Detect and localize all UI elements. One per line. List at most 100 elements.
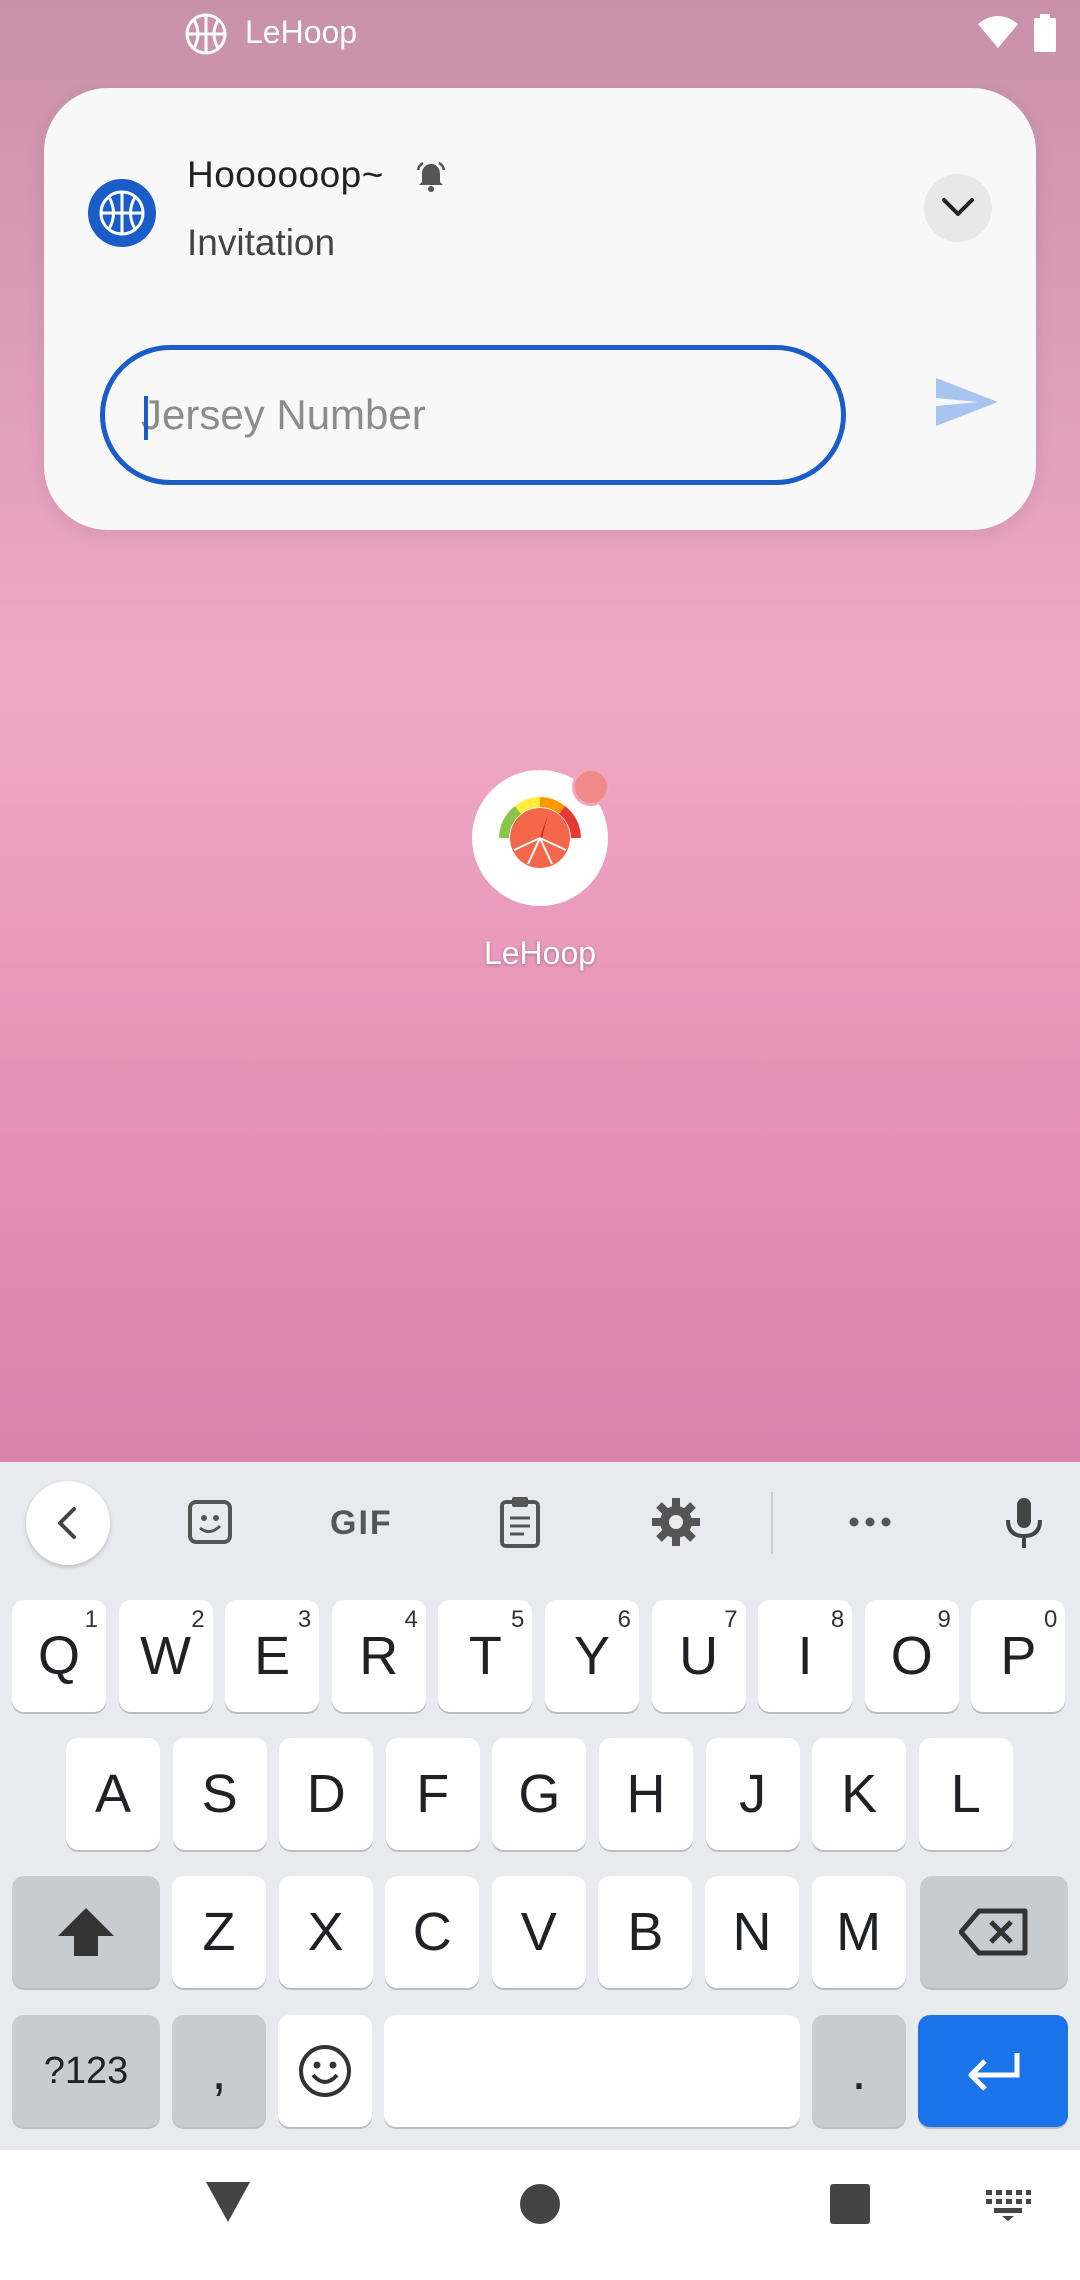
key-s[interactable]: S [172, 1738, 267, 1850]
clipboard-icon[interactable] [490, 1492, 550, 1552]
status-bar: LeHoop [0, 0, 1080, 66]
key-d[interactable]: D [279, 1738, 374, 1850]
gear-icon[interactable] [646, 1492, 706, 1552]
key-label: M [836, 1902, 882, 1962]
status-app-name: LeHoop [245, 14, 358, 50]
key-label: R [359, 1626, 399, 1686]
key-p[interactable]: P0 [971, 1600, 1066, 1712]
backspace-icon [959, 1908, 1028, 1956]
expand-button[interactable] [924, 174, 992, 242]
key-label: F [416, 1764, 450, 1824]
notification-text: Invitation [187, 222, 336, 263]
home-circle-icon[interactable] [518, 2182, 562, 2226]
key-hint: 1 [84, 1606, 98, 1633]
key-x[interactable]: X [278, 1876, 373, 1988]
bell-icon [416, 161, 446, 192]
battery-icon [1034, 14, 1056, 52]
key-label: A [94, 1764, 132, 1824]
key-o[interactable]: O9 [864, 1600, 959, 1712]
key-label: D [306, 1764, 346, 1824]
key-hint: 8 [830, 1606, 845, 1633]
key-u[interactable]: U7 [651, 1600, 746, 1712]
notification-title: Hoooooop~ [187, 154, 384, 195]
key-label: L [950, 1764, 981, 1824]
lehoop-app-icon[interactable] [472, 768, 610, 906]
shift-key[interactable] [12, 1876, 160, 1988]
key-k[interactable]: K [812, 1738, 907, 1850]
key-hint: 7 [724, 1606, 738, 1633]
key-h[interactable]: H [599, 1738, 693, 1850]
key-c[interactable]: C [385, 1876, 480, 1988]
enter-key[interactable] [918, 2015, 1068, 2127]
key-g[interactable]: G [492, 1738, 587, 1850]
key-label: E [254, 1626, 291, 1686]
key-label: Q [37, 1626, 80, 1686]
key-a[interactable]: A [66, 1738, 160, 1850]
emoji-key[interactable] [278, 2015, 372, 2127]
key-q[interactable]: Q1 [12, 1600, 106, 1712]
reply-field[interactable] [100, 345, 846, 485]
notification-card[interactable]: Hoooooop~ Invitation [44, 88, 1036, 530]
key-label: I [797, 1626, 813, 1686]
key-label: Z [202, 1902, 236, 1962]
key-y[interactable]: Y6 [545, 1600, 639, 1712]
key-f[interactable]: F [385, 1738, 480, 1850]
space-key[interactable] [384, 2015, 800, 2127]
key-b[interactable]: B [598, 1876, 693, 1988]
key-hint: 4 [404, 1606, 418, 1633]
key-z[interactable]: Z [172, 1876, 266, 1988]
wifi-icon [978, 16, 1018, 48]
send-icon[interactable] [934, 374, 1000, 430]
key-n[interactable]: N [705, 1876, 799, 1988]
key-label: H [626, 1764, 666, 1824]
comma-key[interactable]: , [172, 2015, 266, 2127]
chevron-left-icon [58, 1507, 76, 1539]
key-label: ?123 [43, 2049, 129, 2092]
period-key[interactable]: . [812, 2015, 906, 2127]
key-label: U [679, 1626, 719, 1686]
app-label: LeHoop [483, 935, 597, 971]
backspace-key[interactable] [920, 1876, 1068, 1988]
recents-square-icon[interactable] [828, 2182, 872, 2226]
microphone-icon[interactable] [994, 1492, 1054, 1552]
more-icon[interactable] [840, 1492, 900, 1552]
key-l[interactable]: L [918, 1738, 1013, 1850]
key-hint: 9 [937, 1606, 951, 1633]
key-label: C [412, 1902, 452, 1962]
key-w[interactable]: W2 [118, 1600, 213, 1712]
gif-button[interactable]: GIF [330, 1504, 393, 1543]
key-v[interactable]: V [491, 1876, 586, 1988]
keyboard-toolbar: GIF [0, 1462, 1080, 1582]
back-triangle-icon[interactable] [204, 2180, 252, 2224]
basketball-icon [99, 190, 145, 236]
key-e[interactable]: E3 [225, 1600, 320, 1712]
key-label: X [307, 1902, 344, 1962]
key-label: K [841, 1764, 878, 1824]
key-label: N [732, 1902, 772, 1962]
key-t[interactable]: T5 [438, 1600, 533, 1712]
key-j[interactable]: J [705, 1738, 800, 1850]
keyboard: GIF Q1W2E3R4T5Y6U7I8O9P0ASDFGHJKLZXCVBNM… [0, 1462, 1080, 2150]
toolbar-divider [771, 1492, 773, 1554]
jersey-number-input[interactable] [141, 380, 801, 450]
text-cursor [144, 396, 148, 440]
key-hint: 6 [617, 1606, 631, 1633]
sticker-icon[interactable] [180, 1492, 240, 1552]
key-m[interactable]: M [811, 1876, 906, 1988]
key-label: . [851, 2041, 867, 2101]
key-r[interactable]: R4 [331, 1600, 426, 1712]
key-label: O [890, 1626, 933, 1686]
key-label: J [739, 1764, 767, 1824]
key-i[interactable]: I8 [758, 1600, 853, 1712]
chevron-down-icon [942, 198, 974, 216]
key-hint: 0 [1044, 1606, 1058, 1633]
notification-app-icon [88, 179, 156, 247]
notification-dot [572, 768, 610, 806]
toolbar-back-button[interactable] [26, 1481, 110, 1565]
keyboard-switch-icon[interactable] [984, 2188, 1032, 2222]
key-label: W [140, 1626, 192, 1686]
key-label: Y [573, 1626, 611, 1686]
key-label: S [201, 1764, 238, 1824]
symbols-key[interactable]: ?123 [12, 2015, 160, 2127]
key-hint: 5 [511, 1606, 525, 1633]
